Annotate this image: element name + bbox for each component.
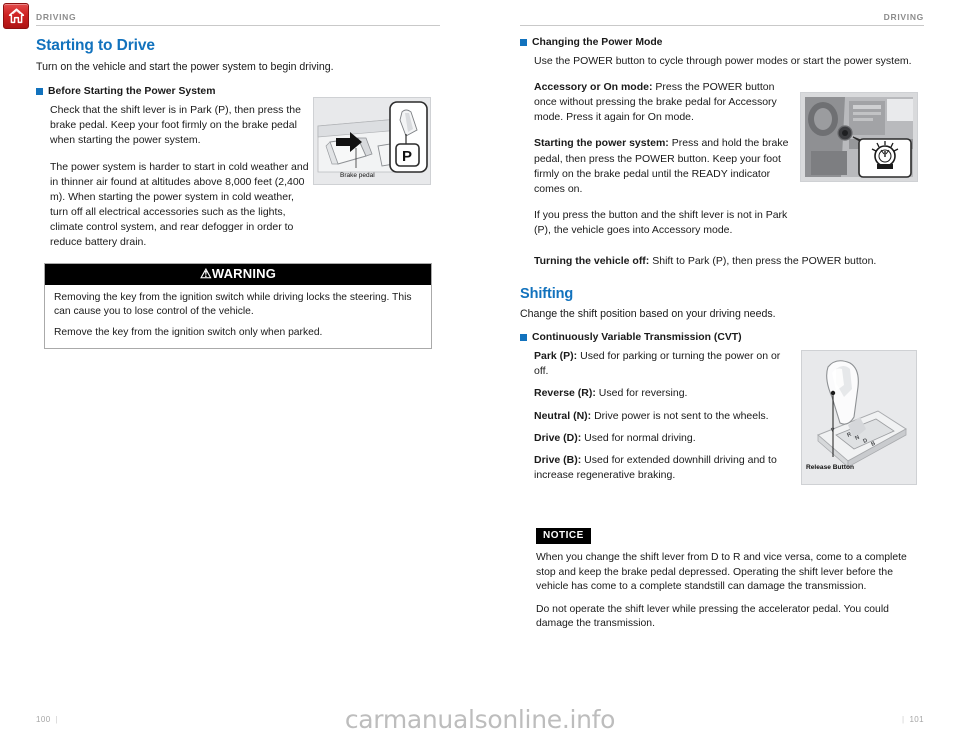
warning-box: ⚠WARNING Removing the key from the ignit… <box>44 263 432 349</box>
power-mode-item-starting-term: Starting the power system: <box>534 137 669 150</box>
power-button-figure <box>800 92 918 182</box>
notice-paragraph-1: When you change the shift lever from D t… <box>536 552 907 593</box>
shifting-lead: Change the shift position based on your … <box>520 308 776 320</box>
header-rule-left <box>36 25 440 26</box>
paragraph-cold-weather: The power system is harder to start in c… <box>50 160 309 249</box>
turning-vehicle-off-text: Shift to Park (P), then press the POWER … <box>649 255 877 268</box>
home-button[interactable] <box>3 3 29 29</box>
notice-body: When you change the shift lever from D t… <box>536 551 928 632</box>
square-bullet-icon <box>520 334 527 342</box>
turning-vehicle-off: Turning the vehicle off: Shift to Park (… <box>534 254 926 269</box>
power-mode-item-accessory-term: Accessory or On mode: <box>534 81 653 94</box>
shift-position-drive-d-term: Drive (D): <box>534 431 582 444</box>
shift-position-drive-b-term: Drive (B): <box>534 453 582 466</box>
shift-position-neutral-term: Neutral (N): <box>534 409 592 422</box>
svg-text:Brake pedal: Brake pedal <box>340 172 375 179</box>
subsection-heading-power-mode: Changing the Power Mode <box>520 37 924 48</box>
running-head-left: DRIVING <box>36 12 77 22</box>
notice-paragraph-2: Do not operate the shift lever while pre… <box>536 603 889 630</box>
power-mode-note: If you press the button and the shift le… <box>534 208 788 236</box>
warning-paragraph-2: Remove the key from the ignition switch … <box>54 326 323 338</box>
shift-position-neutral: Neutral (N): Drive power is not sent to … <box>534 409 792 424</box>
warning-label: WARNING <box>211 266 277 281</box>
shift-position-reverse: Reverse (R): Used for reversing. <box>534 386 792 401</box>
subsection-heading-before-starting: Before Starting the Power System <box>36 86 440 97</box>
paragraph-check-shift-lever: Check that the shift lever is in Park (P… <box>50 104 301 147</box>
subsection-heading-label: Before Starting the Power System <box>48 86 216 98</box>
shift-position-park-term: Park (P): <box>534 350 578 363</box>
warning-triangle-icon: ⚠ <box>199 266 212 281</box>
page-title: Starting to Drive <box>36 37 155 54</box>
shift-position-park: Park (P): Used for parking or turning th… <box>534 349 792 379</box>
shift-position-drive-d-text: Used for normal driving. <box>581 431 696 444</box>
section-lead: Turn on the vehicle and start the power … <box>36 61 334 73</box>
shift-position-reverse-term: Reverse (R): <box>534 387 596 400</box>
header-rule-right <box>520 25 924 26</box>
power-mode-item-accessory: Accessory or On mode: Press the POWER bu… <box>534 80 796 125</box>
shift-position-neutral-text: Drive power is not sent to the wheels. <box>591 409 769 422</box>
warning-paragraph-1: Removing the key from the ignition switc… <box>54 292 412 317</box>
warning-banner: ⚠WARNING <box>45 264 431 285</box>
running-head-right: DRIVING <box>883 12 924 22</box>
square-bullet-icon <box>520 39 527 46</box>
svg-text:Release Button: Release Button <box>806 464 854 471</box>
brake-pedal-figure: Brake pedal P <box>313 97 431 185</box>
power-mode-lead: Use the POWER button to cycle through po… <box>534 55 912 67</box>
warning-body: Removing the key from the ignition switc… <box>45 285 431 348</box>
shift-lever-figure: Release Button P R N D B <box>801 350 917 485</box>
page-number-left-wrap: 100 | <box>36 715 63 724</box>
svg-text:P: P <box>402 148 412 165</box>
shift-position-reverse-text: Used for reversing. <box>595 387 688 400</box>
home-icon <box>8 8 25 24</box>
manual-page-spread: DRIVING Starting to Drive Turn on the ve… <box>0 0 960 738</box>
page-number-right: 101 <box>909 715 924 724</box>
shift-position-drive-b: Drive (B): Used for extended downhill dr… <box>534 453 792 483</box>
power-mode-item-starting: Starting the power system: Press and hol… <box>534 136 796 196</box>
notice-box: NOTICE When you change the shift lever f… <box>536 525 928 632</box>
square-bullet-icon <box>36 88 43 96</box>
site-watermark: carmanualsonline.info <box>344 705 616 734</box>
cvt-heading-label: Continuously Variable Transmission (CVT) <box>532 332 742 344</box>
power-mode-heading-label: Changing the Power Mode <box>532 37 663 48</box>
footer-divider: | <box>901 715 905 724</box>
shift-position-drive-d: Drive (D): Used for normal driving. <box>534 431 792 446</box>
page-number-left: 100 <box>36 715 51 724</box>
shifting-title: Shifting <box>520 286 574 302</box>
turning-vehicle-off-term: Turning the vehicle off: <box>534 255 650 268</box>
footer-divider: | <box>55 715 59 724</box>
page-number-right-wrap: | 101 <box>897 715 924 724</box>
notice-label: NOTICE <box>536 528 591 544</box>
subsection-heading-cvt: Continuously Variable Transmission (CVT) <box>520 332 924 343</box>
